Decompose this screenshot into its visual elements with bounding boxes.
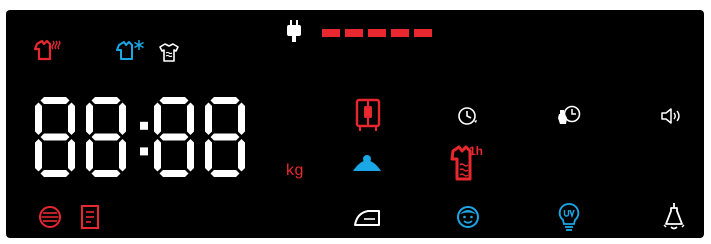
segment-d xyxy=(40,170,70,177)
segment-c xyxy=(187,139,194,172)
load-level-segment xyxy=(391,29,409,37)
segment-d xyxy=(159,170,189,177)
weight-unit-label: kg xyxy=(286,162,304,179)
plug-icon xyxy=(287,20,301,42)
rinse-hold-icon[interactable] xyxy=(556,104,582,126)
segment-g xyxy=(210,133,240,141)
time-digit-0 xyxy=(35,97,75,177)
uv-icon[interactable] xyxy=(558,202,580,232)
segment-g xyxy=(40,133,70,141)
segment-b xyxy=(187,102,194,135)
segment-d xyxy=(210,170,240,177)
drum-icon[interactable] xyxy=(38,205,62,229)
heated-shirt-icon[interactable] xyxy=(33,39,61,61)
segment-c xyxy=(119,139,126,172)
segment-b xyxy=(238,102,245,135)
segment-b xyxy=(119,102,126,135)
load-level-segment xyxy=(322,29,340,37)
segment-f xyxy=(205,102,212,135)
light-bulb-icon[interactable] xyxy=(663,202,685,232)
time-digit-3 xyxy=(205,97,245,177)
load-level-segment xyxy=(368,29,386,37)
load-level-segment xyxy=(414,29,432,37)
segment-a xyxy=(40,97,70,104)
segment-b xyxy=(68,102,75,135)
segment-f xyxy=(154,102,161,135)
time-display xyxy=(35,97,245,177)
segment-g xyxy=(91,133,121,141)
door-lock-icon[interactable] xyxy=(355,98,381,132)
segment-d xyxy=(91,170,121,177)
segment-a xyxy=(210,97,240,104)
spin-icon[interactable] xyxy=(349,152,385,174)
washer-control-panel: kg 1h xyxy=(0,0,711,244)
segment-a xyxy=(159,97,189,104)
segment-f xyxy=(86,102,93,135)
time-digit-2 xyxy=(154,97,194,177)
segment-e xyxy=(154,139,161,172)
segment-c xyxy=(238,139,245,172)
load-level-segment xyxy=(345,29,363,37)
detergent-icon[interactable] xyxy=(80,204,100,230)
segment-c xyxy=(68,139,75,172)
delay-timer-icon[interactable] xyxy=(457,105,479,127)
cold-shirt-icon[interactable] xyxy=(115,39,145,61)
time-colon xyxy=(140,121,148,156)
segment-g xyxy=(159,133,189,141)
segment-e xyxy=(205,139,212,172)
segment-a xyxy=(91,97,121,104)
segment-e xyxy=(86,139,93,172)
segment-e xyxy=(35,139,42,172)
one-hour-badge: 1h xyxy=(469,144,484,158)
iron-icon[interactable] xyxy=(352,208,382,228)
sound-icon[interactable] xyxy=(660,106,684,126)
time-digit-1 xyxy=(86,97,126,177)
load-level-indicator xyxy=(322,29,432,37)
segment-f xyxy=(35,102,42,135)
child-lock-icon[interactable] xyxy=(456,205,480,229)
wrinkle-shirt-icon[interactable] xyxy=(158,42,180,62)
